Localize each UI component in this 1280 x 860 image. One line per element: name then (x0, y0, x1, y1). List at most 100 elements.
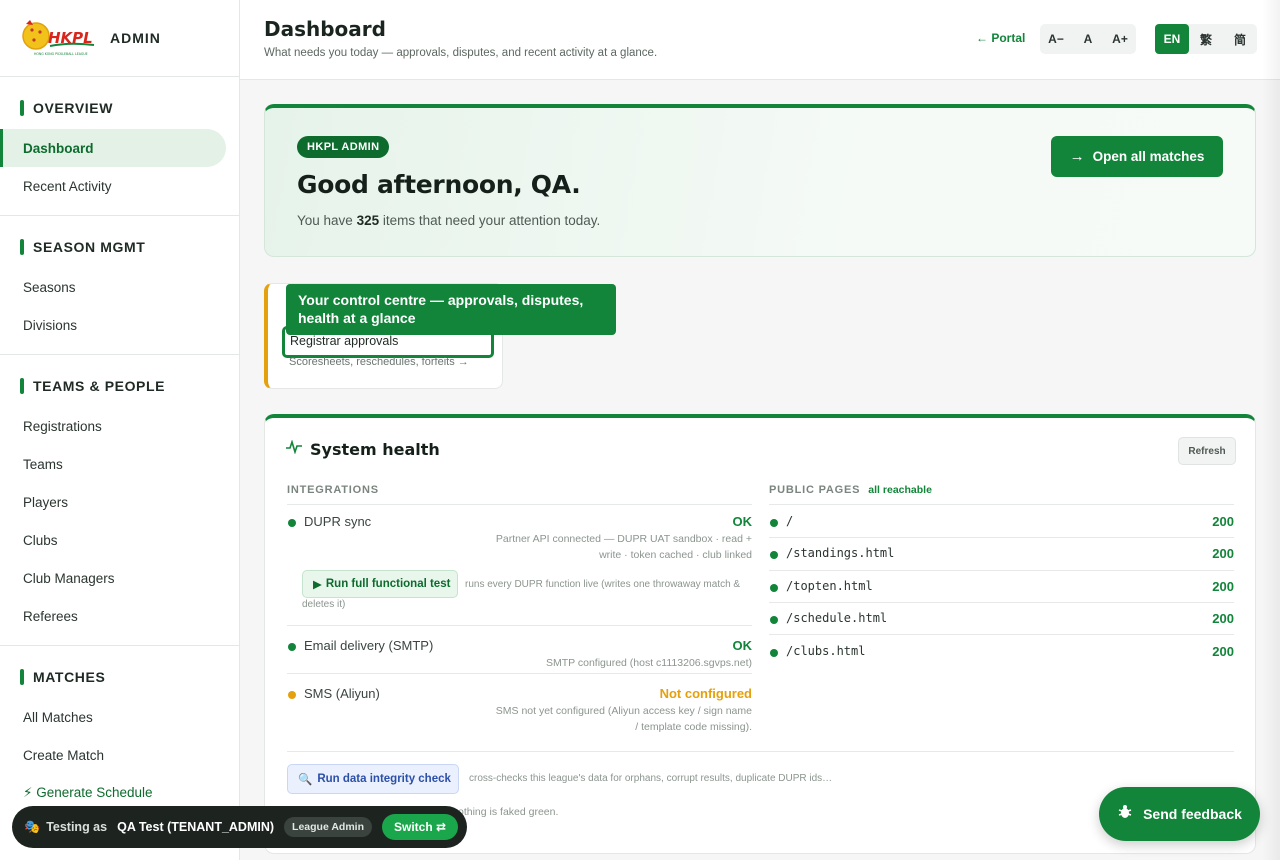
sidebar-item-clubs[interactable]: Clubs (0, 521, 239, 559)
run-integrity-check-button[interactable]: 🔍 Run data integrity check (287, 764, 459, 794)
public-pages-note: all reachable (868, 484, 932, 496)
sidebar-item-referees[interactable]: Referees (0, 597, 239, 635)
onboarding-tooltip: Your control centre — approvals, dispute… (286, 284, 616, 335)
refresh-button[interactable]: Refresh (1178, 437, 1236, 465)
topbar: Dashboard What needs you today — approva… (240, 0, 1280, 80)
open-all-matches-button[interactable]: → Open all matches (1051, 136, 1223, 177)
public-page-row[interactable]: /clubs.html 200 (769, 644, 1234, 676)
testing-prefix: Testing as (46, 820, 108, 834)
public-page-row[interactable]: /standings.html 200 (769, 546, 1234, 578)
portal-link[interactable]: ← Portal (976, 31, 1025, 45)
status-dot (288, 519, 296, 527)
integration-status: OK (732, 514, 753, 529)
status-dot (770, 616, 778, 624)
integration-detail: Partner API connected — DUPR UAT sandbox… (495, 533, 752, 561)
system-health-panel: System health Refresh INTEGRATIONS DUPR … (264, 414, 1256, 854)
page-title: Dashboard (264, 17, 386, 41)
nav-heading: OVERVIEW (33, 100, 114, 116)
sidebar-item-recent-activity[interactable]: Recent Activity (0, 167, 239, 205)
public-page-row[interactable]: /topten.html 200 (769, 579, 1234, 611)
brand: HKPL HONG KONG PICKLEBALL LEAGUE ADMIN (0, 0, 239, 77)
integration-status: Not configured (659, 686, 752, 701)
sidebar-item-seasons[interactable]: Seasons (0, 268, 239, 306)
language-switcher: EN 繁 简 (1155, 24, 1257, 54)
status-dot (770, 649, 778, 657)
font-reset-button[interactable]: A (1072, 24, 1104, 54)
status-dot (770, 551, 778, 559)
attention-summary: You have 325 items that need your attent… (297, 213, 601, 228)
approvals-subtitle: Scoresheets, reschedules, forfeits → (289, 356, 469, 368)
sidebar-item-all-matches[interactable]: All Matches (0, 698, 239, 736)
role-badge: HKPL ADMIN (297, 136, 390, 158)
font-increase-button[interactable]: A+ (1104, 24, 1136, 54)
play-icon: ▶ (313, 579, 322, 591)
svg-text:HONG KONG PICKLEBALL LEAGUE: HONG KONG PICKLEBALL LEAGUE (34, 52, 88, 56)
magnifier-icon: 🔍 (298, 774, 313, 786)
status-code: 200 (1212, 514, 1234, 529)
welcome-hero: HKPL ADMIN Good afternoon, QA. You have … (264, 104, 1256, 257)
nav-heading: TEAMS & PEOPLE (33, 378, 166, 394)
page-path: /schedule.html (786, 611, 888, 625)
page-path: /standings.html (786, 546, 895, 560)
integration-name: SMS (Aliyun) (304, 686, 380, 701)
nav-heading: MATCHES (33, 669, 106, 685)
theater-mask-icon: 🎭 (24, 819, 41, 834)
integrity-note: cross-checks this league's data for orph… (469, 773, 833, 784)
public-page-row[interactable]: / 200 (769, 514, 1234, 546)
integration-detail: SMS not yet configured (Aliyun access ke… (495, 705, 752, 733)
sidebar-item-create-match[interactable]: Create Match (0, 736, 239, 774)
scrollbar-track[interactable] (1262, 0, 1280, 860)
testing-as-bar: 🎭 Testing as QA Test (TENANT_ADMIN) Leag… (12, 806, 467, 848)
page-subtitle: What needs you today — approvals, disput… (264, 47, 658, 59)
page-path: /clubs.html (786, 644, 866, 658)
sidebar-item-club-managers[interactable]: Club Managers (0, 559, 239, 597)
brand-title: ADMIN (110, 30, 161, 46)
arrow-right-icon: → (1069, 148, 1085, 165)
font-decrease-button[interactable]: A− (1040, 24, 1072, 54)
status-dot (770, 584, 778, 592)
public-page-row[interactable]: /schedule.html 200 (769, 611, 1234, 643)
sidebar-item-teams[interactable]: Teams (0, 445, 239, 483)
run-functional-test-button[interactable]: ▶ Run full functional test (302, 570, 458, 598)
testing-user: QA Test (TENANT_ADMIN) (117, 820, 275, 834)
lang-en-button[interactable]: EN (1155, 24, 1189, 54)
nav-section-teams: TEAMS & PEOPLE Registrations Teams Playe… (0, 355, 239, 646)
switch-user-button[interactable]: Switch ⇄ (382, 814, 459, 840)
integration-smtp: Email delivery (SMTP) OK SMTP configured… (287, 638, 752, 678)
status-code: 200 (1212, 546, 1234, 561)
integration-sms: SMS (Aliyun) Not configured SMS not yet … (287, 686, 752, 746)
sidebar-item-dashboard[interactable]: Dashboard (0, 129, 226, 167)
page-path: /topten.html (786, 579, 873, 593)
integration-name: DUPR sync (304, 514, 372, 529)
greeting: Good afternoon, QA. (297, 170, 581, 199)
sidebar-item-divisions[interactable]: Divisions (0, 306, 239, 344)
sidebar-item-registrations[interactable]: Registrations (0, 407, 239, 445)
sidebar: HKPL HONG KONG PICKLEBALL LEAGUE ADMIN O… (0, 0, 240, 860)
public-pages-heading: PUBLIC PAGES all reachable (769, 484, 932, 496)
send-feedback-button[interactable]: Send feedback (1099, 787, 1260, 841)
nav-section-overview: OVERVIEW Dashboard Recent Activity (0, 77, 239, 216)
status-code: 200 (1212, 644, 1234, 659)
role-badge: League Admin (284, 817, 372, 837)
pulse-icon (286, 439, 302, 459)
page-path: / (786, 514, 794, 528)
nav-section-matches: MATCHES All Matches Create Match ⚡ Gener… (0, 646, 239, 822)
integration-status: OK (732, 638, 753, 653)
integrations-heading: INTEGRATIONS (287, 484, 379, 496)
integration-name: Email delivery (SMTP) (304, 638, 434, 653)
status-code: 200 (1212, 579, 1234, 594)
status-dot (288, 643, 296, 651)
nav-section-season: SEASON MGMT Seasons Divisions (0, 216, 239, 355)
sidebar-item-players[interactable]: Players (0, 483, 239, 521)
status-dot (770, 519, 778, 527)
pending-count: 325 (356, 213, 380, 228)
integration-detail: SMTP configured (host c1113206.sgvps.net… (545, 657, 752, 669)
lang-traditional-button[interactable]: 繁 (1189, 24, 1223, 54)
lang-simplified-button[interactable]: 简 (1223, 24, 1257, 54)
bug-icon (1117, 804, 1133, 824)
font-size-controls: A− A A+ (1040, 24, 1136, 54)
health-header: System health (286, 439, 440, 459)
nav-heading: SEASON MGMT (33, 239, 146, 255)
hkpl-logo[interactable]: HKPL HONG KONG PICKLEBALL LEAGUE (20, 18, 96, 58)
status-code: 200 (1212, 611, 1234, 626)
